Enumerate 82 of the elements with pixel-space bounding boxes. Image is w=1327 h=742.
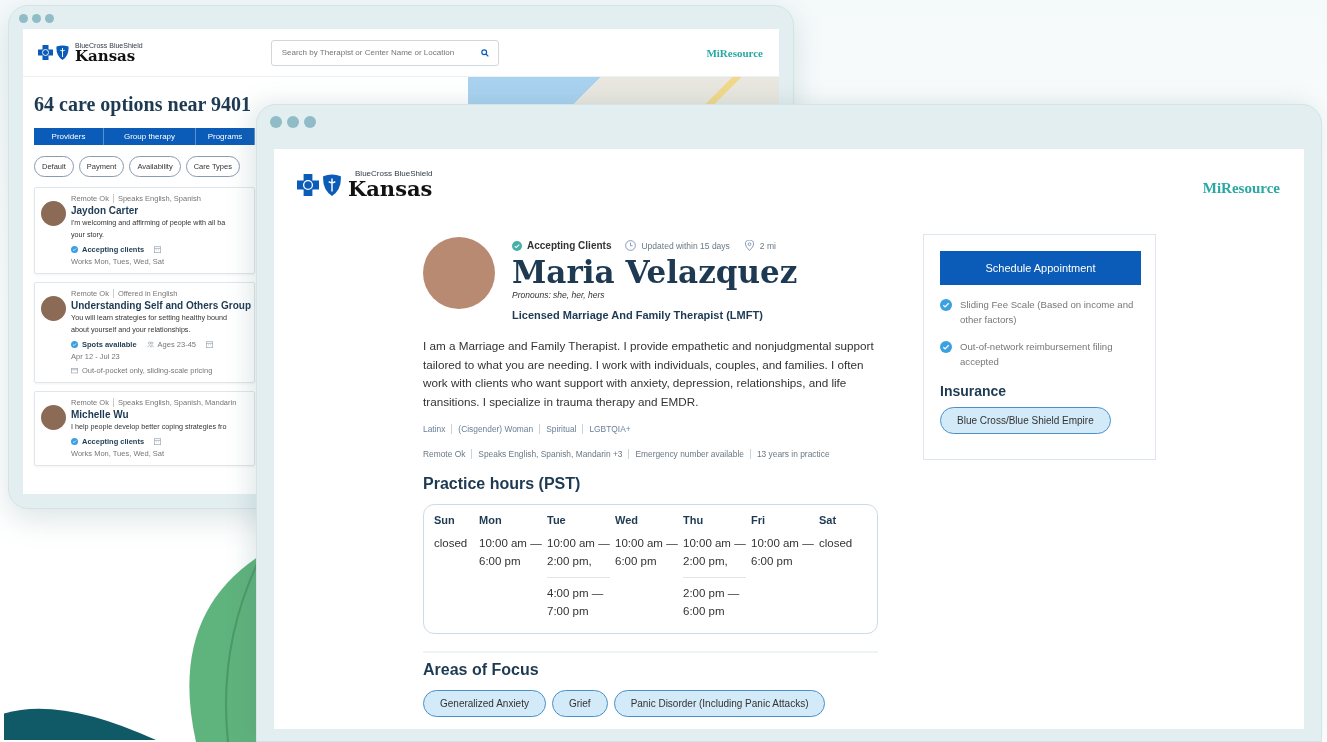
check-circle-icon xyxy=(940,299,952,311)
window-dot xyxy=(304,116,316,128)
brand-name: MiResource xyxy=(706,46,763,59)
hours-slot: closed xyxy=(819,533,867,553)
search-field[interactable]: Search by Therapist or Center Name or Location xyxy=(270,39,499,66)
section-heading: Practice hours (PST) xyxy=(423,474,582,493)
cross-logo-icon xyxy=(38,45,53,60)
fact-text: Speaks English, Spanish, Mandarin +3 xyxy=(471,448,623,459)
distance-text: 2 mi xyxy=(759,240,776,251)
day-heading: Sun xyxy=(434,513,456,526)
identity-tag: LGBTQIA+ xyxy=(582,423,631,434)
check-circle-icon xyxy=(512,240,522,251)
day-heading: Tue xyxy=(547,513,567,526)
check-circle-icon xyxy=(71,438,78,445)
section-heading: Areas of Focus xyxy=(423,660,540,679)
day-heading: Fri xyxy=(751,513,767,526)
calendar-icon xyxy=(206,341,213,348)
identity-tag: Spiritual xyxy=(539,423,577,434)
location-pin-icon xyxy=(743,240,755,251)
status-text: Accepting Clients xyxy=(527,240,612,251)
avatar-placeholder xyxy=(41,405,66,430)
avatar-placeholder xyxy=(41,201,66,226)
window-dot xyxy=(32,14,41,23)
window-dot xyxy=(270,116,282,128)
check-circle-icon xyxy=(71,246,78,253)
check-circle-icon xyxy=(71,341,78,348)
cross-logo-icon xyxy=(297,173,319,196)
logo-title: Kansas xyxy=(75,48,136,64)
window-dot xyxy=(287,116,299,128)
clock-icon xyxy=(625,240,637,251)
hours-slot: 10:00 am — 6:00 pm xyxy=(751,533,814,571)
logo-subtitle: BlueCross BlueShield xyxy=(355,170,433,178)
identity-tag: Latinx xyxy=(423,423,446,434)
identity-tag: (Cisgender) Woman xyxy=(451,423,534,434)
hours-slot: 10:00 am — 2:00 pm, xyxy=(547,533,610,571)
category-tab[interactable]: Programs xyxy=(196,128,255,145)
focus-tag: Grief xyxy=(551,689,608,717)
category-tab[interactable]: Providers xyxy=(34,128,104,145)
avatar-placeholder xyxy=(41,296,66,321)
window-dot xyxy=(19,14,28,23)
shield-logo-icon xyxy=(55,45,70,60)
therapist-name: Maria Velazquez xyxy=(512,254,798,290)
focus-tag: Panic Disorder (Including Panic Attacks) xyxy=(613,689,826,717)
fact-text: Emergency number available xyxy=(628,448,744,459)
credit-card-icon xyxy=(71,367,78,374)
hours-slot: 10:00 am — 2:00 pm, xyxy=(683,533,746,571)
hours-slot: 4:00 pm — 7:00 pm xyxy=(547,576,610,621)
hours-slot: 10:00 am — 6:00 pm xyxy=(615,533,678,571)
feature-text: Sliding Fee Scale (Based on income and other factors) xyxy=(960,298,1135,327)
shield-logo-icon xyxy=(321,173,343,196)
schedule-appointment-button[interactable]: Schedule Appointment xyxy=(940,251,1141,285)
search-icon xyxy=(480,48,489,57)
result-name: Understanding Self and Others Group xyxy=(71,300,251,311)
insurance-heading: Insurance xyxy=(940,383,1008,399)
hours-slot: closed xyxy=(434,533,479,553)
hours-slot: 2:00 pm — 6:00 pm xyxy=(683,576,746,621)
result-name: Michelle Wu xyxy=(71,409,130,420)
bio-text: I am a Marriage and Family Therapist. I provide empathetic and nonjudgmental support tailored to what you are needing. I work with individuals, couples, and families. I often work with clients who want support with anxiety, depression, relationships, and life transitions. I specialize in trauma therapy and EMDR. xyxy=(423,338,875,411)
result-card[interactable] xyxy=(34,282,255,383)
people-icon xyxy=(146,341,154,348)
license-text: Licensed Marriage And Family Therapist (LMFT) xyxy=(512,309,764,321)
category-tab[interactable]: Group therapy xyxy=(104,128,196,145)
pronouns-text: Pronouns: she, her, hers xyxy=(512,290,606,300)
day-heading: Wed xyxy=(615,513,640,526)
logo-title: Kansas xyxy=(348,178,433,199)
fact-text: 13 years in practice xyxy=(749,448,830,459)
day-heading: Sat xyxy=(819,513,838,526)
feature-text: Out-of-network reimbursement filing accepted xyxy=(960,340,1114,369)
hours-slot: 10:00 am — 6:00 pm xyxy=(479,533,542,571)
day-heading: Thu xyxy=(683,513,705,526)
window-dot xyxy=(45,14,54,23)
updated-text: Updated within 15 days xyxy=(641,240,730,251)
calendar-icon xyxy=(154,438,162,445)
brand-name: MiResource xyxy=(1202,180,1280,197)
result-name: Jaydon Carter xyxy=(71,205,140,216)
check-circle-icon xyxy=(940,341,952,353)
focus-tag: Generalized Anxiety xyxy=(423,689,546,717)
fact-text: Remote Ok xyxy=(423,448,466,459)
results-heading: 64 care options near 9401 xyxy=(34,93,253,116)
insurance-tag: Blue Cross/Blue Shield Empire xyxy=(940,407,1111,434)
day-heading: Mon xyxy=(479,513,503,526)
calendar-icon xyxy=(154,246,162,253)
